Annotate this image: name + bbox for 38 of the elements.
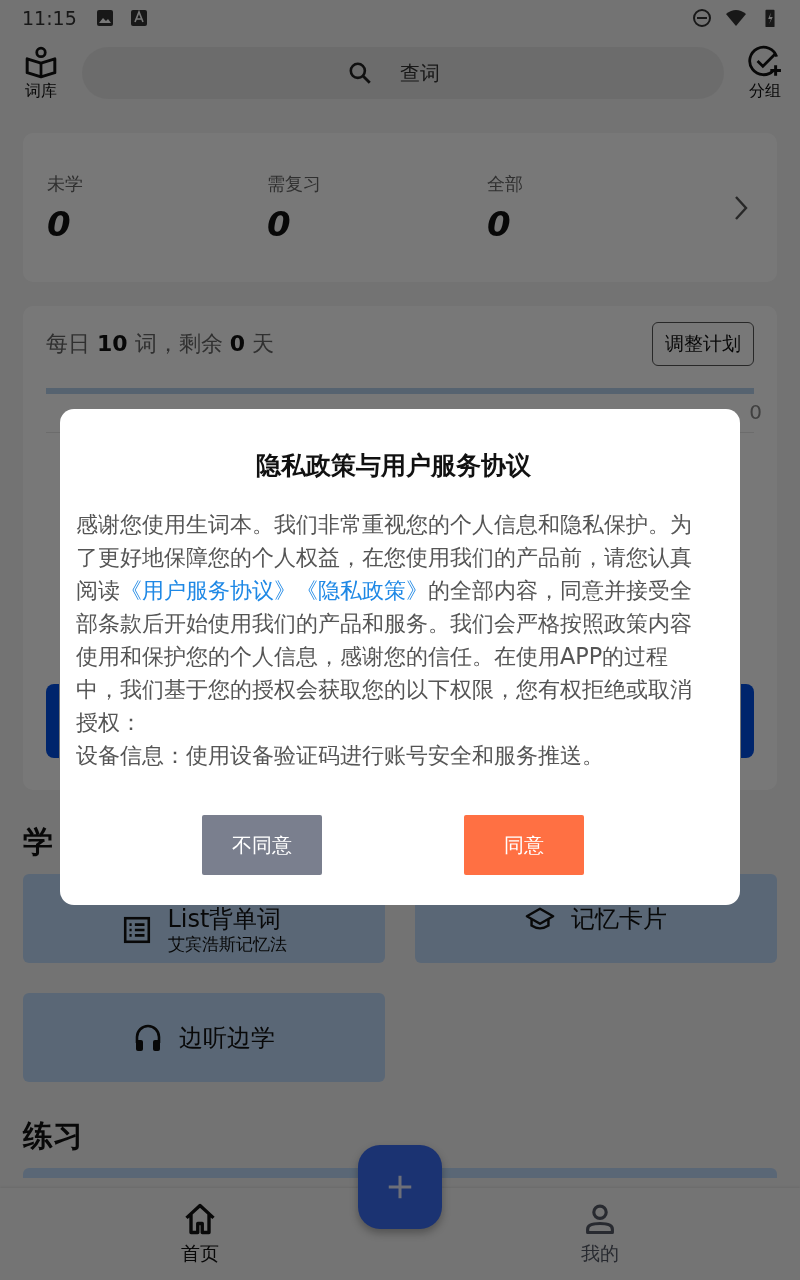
status-time: 11:15 bbox=[22, 7, 77, 29]
agreement-link[interactable]: 《隐私政策》 bbox=[296, 577, 428, 603]
stat-label: 全部 bbox=[487, 171, 524, 196]
keyboard-icon bbox=[128, 8, 149, 28]
section-title: 学 bbox=[23, 824, 53, 860]
dialog-body: 感谢您使用生词本。我们非常重视您的个人信息和隐私保护。为了更好地保障您的个人权益，在您使用我们的产品前，请您认真阅读《用户服务协议》《隐私政策》的全部内容，同意并接受全部条款后开始使用我们的产品和服务。我们会严格按照政策内容使用和保护您的个人信息，感谢您的信任。在使用APP的过程中，我们基于您的授权会获取您的以下权限，您有权拒绝或取消授权： bbox=[76, 510, 693, 737]
adjust-plan-button[interactable]: 调整计划 bbox=[652, 322, 754, 366]
search-icon bbox=[347, 60, 373, 86]
stat-value: 0 bbox=[267, 203, 292, 244]
nav-tab[interactable]: 我的 bbox=[550, 1200, 650, 1268]
chevron-right-icon bbox=[733, 194, 749, 221]
stat-label: 未学 bbox=[47, 171, 84, 196]
list-icon bbox=[121, 915, 152, 945]
stats-card[interactable]: 未学 0 需复习 0 全部 0 bbox=[23, 133, 777, 282]
dialog-title: 隐私政策与用户服务协议 bbox=[254, 450, 532, 482]
wifi-icon bbox=[726, 8, 746, 28]
do-not-disturb-icon bbox=[692, 8, 712, 28]
add-button[interactable] bbox=[358, 1145, 442, 1229]
button-edge[interactable] bbox=[46, 684, 59, 758]
study-mode-tile[interactable]: 边听边学 bbox=[23, 993, 385, 1082]
agree-button[interactable]: 同意 bbox=[464, 815, 584, 875]
disagree-button[interactable]: 不同意 bbox=[202, 815, 322, 875]
tile-subtitle: 艾宾浩斯记忆法 bbox=[167, 933, 287, 955]
button-edge[interactable] bbox=[741, 684, 754, 758]
nav-tab[interactable]: 首页 bbox=[150, 1200, 250, 1268]
stat-value: 0 bbox=[487, 203, 512, 244]
progress-count: 0 bbox=[749, 400, 762, 424]
stat-value: 0 bbox=[47, 203, 72, 244]
image-icon bbox=[94, 8, 115, 28]
dialog-note: 设备信息：使用设备验证码进行账号安全和服务推送。 bbox=[76, 741, 605, 770]
word-bank-button[interactable]: 词库 bbox=[24, 44, 58, 102]
agreement-link[interactable]: 《用户服务协议》 bbox=[120, 577, 296, 603]
section-title: 练习 bbox=[23, 1118, 83, 1154]
plan-summary: 每日 10 词，剩余 0 天 bbox=[46, 330, 274, 358]
stat-label: 需复习 bbox=[267, 171, 322, 196]
search-field[interactable]: 查词 bbox=[82, 47, 724, 99]
group-button[interactable]: 分组 bbox=[748, 44, 782, 102]
headphones-icon bbox=[133, 1022, 163, 1053]
